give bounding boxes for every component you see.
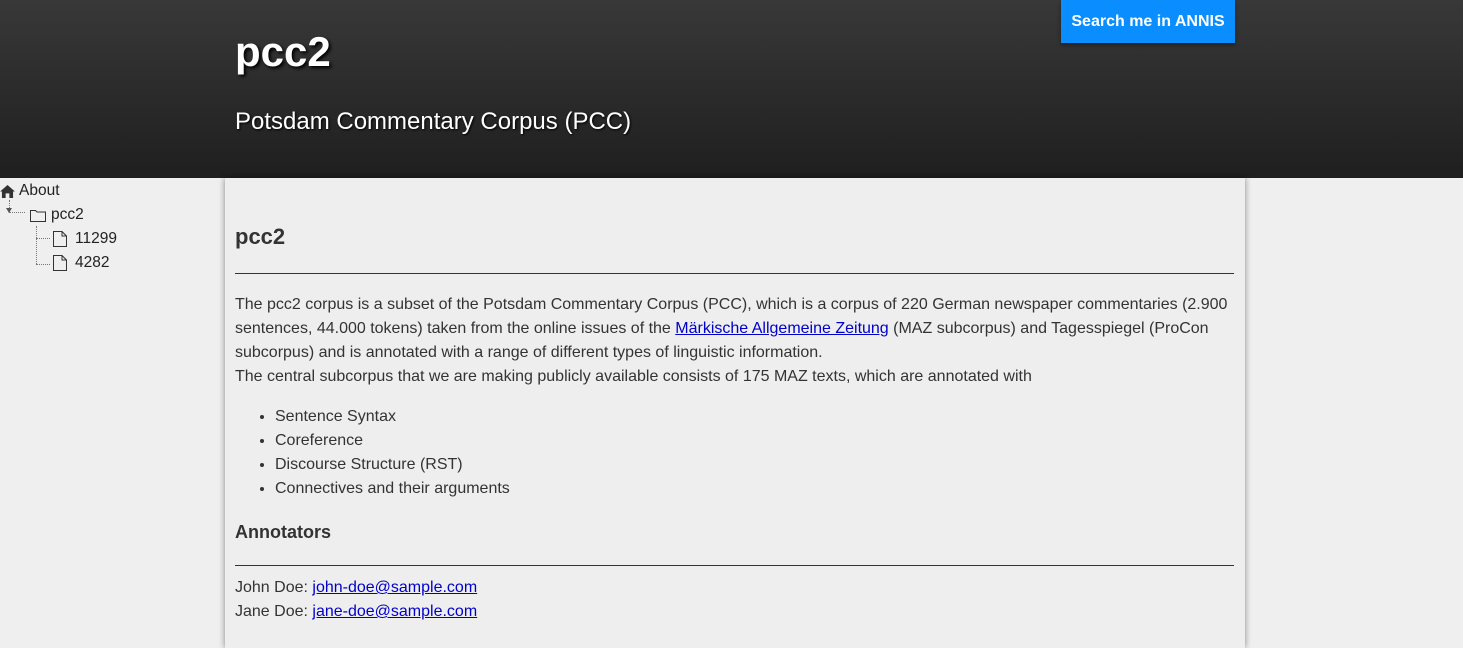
tree-item-label: pcc2 [51, 206, 84, 223]
annotators-heading: Annotators [235, 522, 331, 542]
description-text: The central subcorpus that we are making… [235, 368, 1032, 385]
file-icon [53, 255, 67, 271]
home-icon [0, 184, 15, 198]
tree-item-about[interactable]: About [0, 180, 60, 202]
list-item: Connectives and their arguments [275, 477, 510, 501]
list-item: Sentence Syntax [275, 405, 510, 429]
annotator-row: John Doe: john-doe@sample.com [235, 576, 477, 600]
annotation-list: Sentence Syntax Coreference Discourse St… [235, 405, 510, 501]
divider [235, 565, 1234, 566]
tree-item-document[interactable]: 11299 [53, 228, 117, 250]
tree-item-corpus[interactable]: pcc2 [30, 204, 84, 226]
corpus-title: pcc2 [235, 28, 331, 75]
list-item: Coreference [275, 429, 510, 453]
annotator-list: John Doe: john-doe@sample.com Jane Doe: … [235, 576, 477, 624]
tree-connector [36, 264, 50, 265]
annotator-email-link[interactable]: john-doe@sample.com [312, 579, 477, 596]
expand-arrow-icon[interactable] [6, 208, 12, 213]
annotator-row: Jane Doe: jane-doe@sample.com [235, 600, 477, 624]
tree-item-label: 11299 [75, 230, 117, 247]
maz-link[interactable]: Märkische Allgemeine Zeitung [675, 320, 888, 337]
main-content: pcc2 The pcc2 corpus is a subset of the … [225, 178, 1245, 648]
tree-item-label: 4282 [75, 254, 110, 271]
divider [235, 273, 1234, 274]
annotator-name: John Doe: [235, 579, 313, 596]
corpus-subtitle: Potsdam Commentary Corpus (PCC) [235, 108, 632, 135]
list-item: Discourse Structure (RST) [275, 453, 510, 477]
annotator-name: Jane Doe: [235, 603, 313, 620]
tree-connector [36, 238, 50, 239]
tree-item-document[interactable]: 4282 [53, 252, 109, 274]
folder-icon [30, 209, 46, 222]
search-annis-button[interactable]: Search me in ANNIS [1061, 0, 1235, 43]
tree-item-label: About [19, 182, 60, 199]
corpus-description: The pcc2 corpus is a subset of the Potsd… [235, 293, 1234, 389]
tree-connector [36, 226, 37, 264]
page-header: pcc2 Potsdam Commentary Corpus (PCC) [0, 0, 1463, 178]
annotator-email-link[interactable]: jane-doe@sample.com [312, 603, 477, 620]
file-icon [53, 231, 67, 247]
content-title: pcc2 [235, 224, 286, 249]
